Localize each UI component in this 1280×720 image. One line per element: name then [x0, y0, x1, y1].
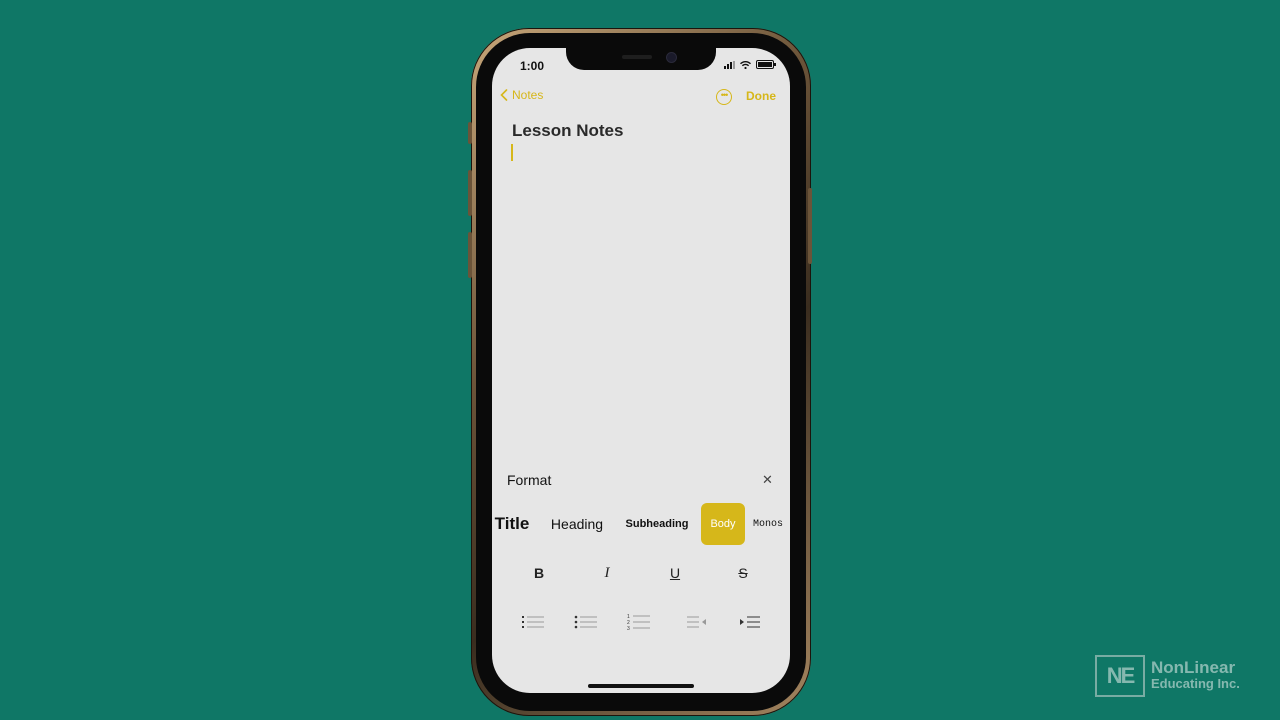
status-time: 1:00 — [520, 59, 545, 73]
list-style-row: 1 2 3 — [492, 608, 790, 636]
watermark-logo: NE — [1095, 655, 1145, 697]
bulleted-list-icon — [574, 615, 597, 629]
done-button[interactable]: Done — [746, 89, 776, 103]
cellular-signal-icon — [724, 60, 735, 69]
watermark-line2: Educating Inc. — [1151, 676, 1240, 691]
dashed-list-icon — [522, 616, 544, 628]
note-title[interactable]: Lesson Notes — [512, 121, 623, 141]
watermark-line1: NonLinear — [1151, 658, 1236, 677]
format-panel-title: Format — [507, 472, 552, 488]
more-options-icon[interactable]: ••• — [716, 89, 732, 105]
volume-up-button — [468, 170, 472, 216]
italic-button[interactable]: I — [592, 559, 622, 587]
home-indicator[interactable] — [588, 684, 694, 688]
phone-screen: 1:00 Notes ••• Done Lesson Notes Format … — [492, 48, 790, 693]
volume-down-button — [468, 232, 472, 278]
underline-button[interactable]: U — [660, 559, 690, 587]
indent-icon — [740, 616, 760, 628]
wifi-icon — [740, 60, 751, 69]
paragraph-styles-row: Title Heading Subheading Body Monos — [492, 502, 790, 546]
outdent-button[interactable] — [682, 608, 712, 636]
stage: 1:00 Notes ••• Done Lesson Notes Format … — [0, 0, 1280, 720]
chevron-left-icon — [500, 89, 508, 101]
back-label: Notes — [512, 88, 544, 102]
numbered-list-icon: 1 2 3 — [627, 614, 650, 631]
strikethrough-button[interactable]: S — [728, 559, 758, 587]
watermark: NE NonLinear Educating Inc. — [1095, 655, 1240, 697]
style-body-option[interactable]: Body — [701, 503, 745, 545]
style-heading-option[interactable]: Heading — [546, 502, 608, 546]
speaker — [622, 55, 652, 59]
style-monospaced-option[interactable]: Monos — [753, 502, 790, 546]
close-format-button[interactable]: ✕ — [762, 472, 773, 488]
text-cursor — [511, 144, 513, 161]
svg-text:3: 3 — [627, 626, 630, 631]
outdent-icon — [687, 616, 706, 628]
text-style-row: B I U S — [492, 559, 790, 587]
style-subheading-option[interactable]: Subheading — [622, 502, 692, 546]
indent-button[interactable] — [735, 608, 765, 636]
status-icons — [724, 60, 776, 69]
back-to-notes-button[interactable]: Notes — [500, 88, 543, 102]
front-camera — [666, 52, 677, 63]
style-title-option[interactable]: Title — [492, 502, 532, 546]
watermark-text: NonLinear Educating Inc. — [1151, 658, 1240, 692]
numbered-list-button[interactable]: 1 2 3 — [624, 608, 654, 636]
notch — [566, 48, 716, 70]
mute-switch — [468, 122, 472, 144]
battery-icon — [756, 60, 776, 69]
power-button — [808, 188, 812, 264]
dashed-list-button[interactable] — [518, 608, 548, 636]
bulleted-list-button[interactable] — [571, 608, 601, 636]
bold-button[interactable]: B — [524, 559, 554, 587]
